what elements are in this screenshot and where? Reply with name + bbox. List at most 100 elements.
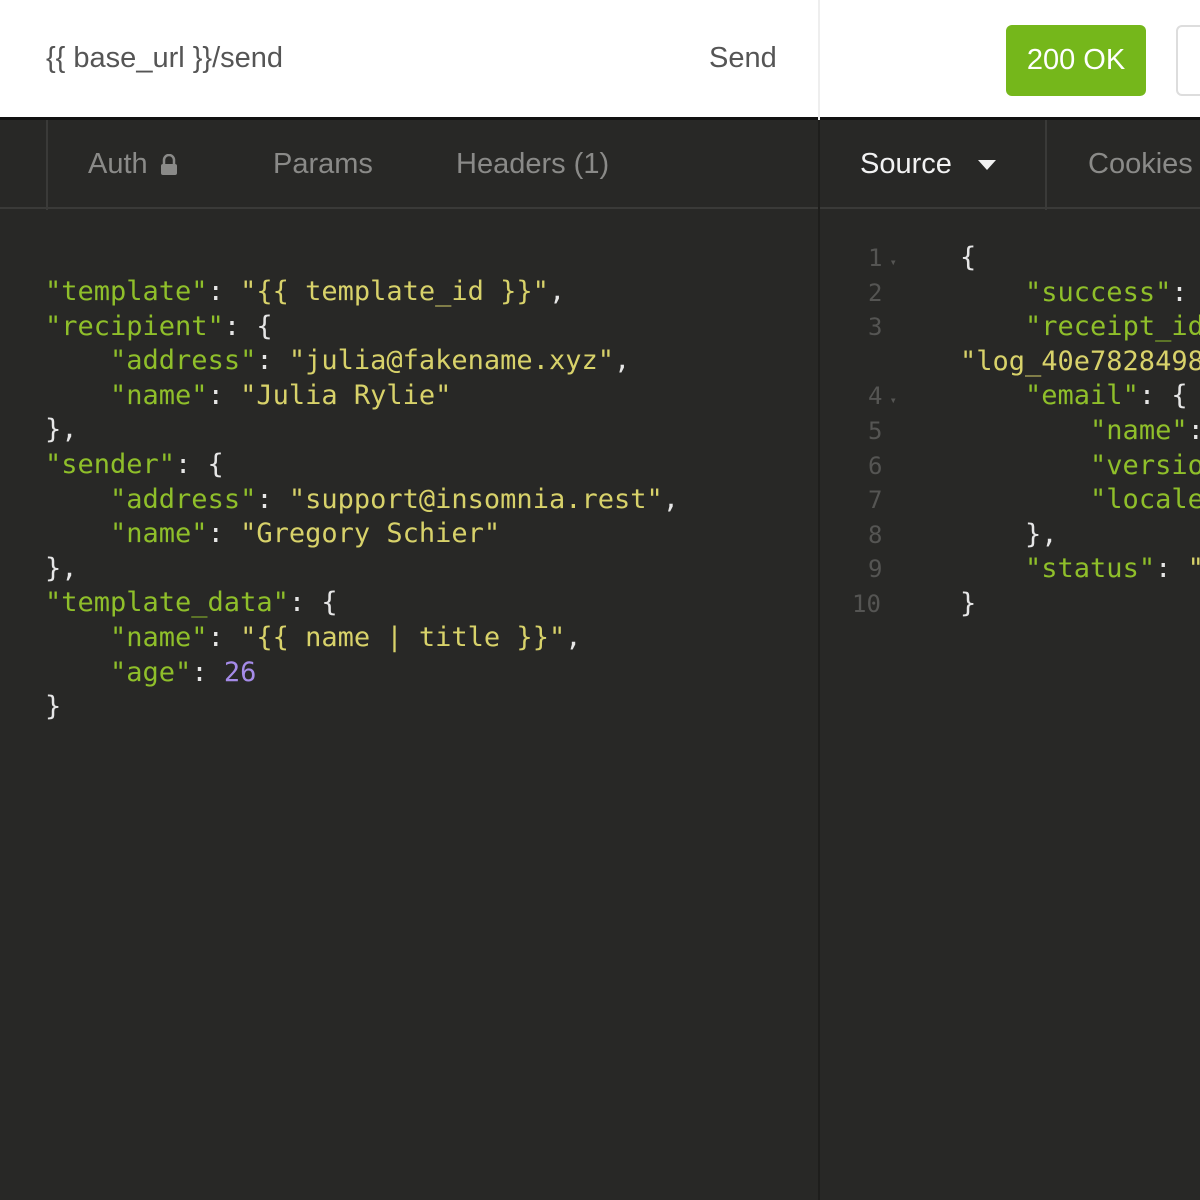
- code-line: "template_data": {: [45, 586, 679, 621]
- json-punctuation: :: [207, 621, 241, 653]
- json-key: "email": [1025, 380, 1139, 412]
- status-badge: 200 OK: [1006, 25, 1146, 96]
- line-number: 5: [840, 414, 908, 449]
- code-line: "success":: [960, 276, 1200, 311]
- code-line: "receipt_id: [960, 310, 1200, 345]
- json-key: "name": [110, 621, 208, 653]
- json-key: "template": [45, 276, 208, 307]
- line-number: 1 ▾: [840, 241, 908, 276]
- json-punctuation: :: [1188, 415, 1200, 446]
- code-line: "sender": {: [45, 448, 679, 483]
- code-line: "name": "Gregory Schier": [45, 517, 679, 552]
- json-string: ": [1188, 553, 1200, 584]
- json-punctuation: },: [45, 552, 78, 584]
- line-number-text: 1: [868, 244, 883, 272]
- url-bar: {{ base_url }}/send Send 200 OK: [0, 0, 1200, 120]
- json-punctuation: },: [1025, 518, 1058, 550]
- json-string: "{{ name | title }}": [240, 621, 566, 653]
- json-punctuation: : {: [1138, 380, 1188, 412]
- line-number: [840, 345, 908, 380]
- line-number: 6: [840, 449, 908, 484]
- line-number-text: 5: [868, 416, 883, 445]
- code-line: "address": "support@insomnia.rest",: [45, 483, 679, 518]
- fold-arrow-icon[interactable]: ▾: [882, 255, 897, 269]
- json-punctuation: ,: [613, 345, 631, 377]
- json-punctuation: {: [960, 242, 977, 273]
- line-numbers: 1 ▾ 2 3 4 ▾ 5 6 7 8 9 10: [840, 241, 908, 622]
- code-line: "age": 26: [45, 656, 679, 691]
- json-key: "success": [1025, 276, 1172, 308]
- json-punctuation: :: [207, 518, 241, 550]
- caret-down-icon: [977, 159, 996, 170]
- json-punctuation: :: [207, 276, 241, 307]
- json-string: "log_40e7828498: [960, 345, 1200, 377]
- code-line: "recipient": {: [45, 310, 679, 345]
- json-punctuation: }: [960, 587, 977, 619]
- tab-cookies[interactable]: Cookies: [1088, 120, 1193, 209]
- json-punctuation: ,: [548, 276, 566, 307]
- fold-arrow-icon[interactable]: ▾: [882, 393, 897, 407]
- code-line: "name":: [960, 414, 1200, 449]
- code-line: "log_40e7828498: [960, 345, 1200, 380]
- response-time-badge: [1176, 25, 1200, 96]
- line-number: 9: [840, 552, 908, 587]
- code-line: "email": {: [960, 379, 1200, 414]
- code-line: }: [45, 690, 679, 725]
- json-key: "receipt_id: [1025, 311, 1200, 343]
- request-tabs: Auth Params Headers (1): [0, 120, 818, 209]
- tab-separator: [1045, 120, 1047, 210]
- line-number-text: 2: [868, 278, 883, 307]
- json-key: "age": [110, 656, 192, 688]
- code-line: "status": ": [960, 552, 1200, 587]
- line-number: 2: [840, 276, 908, 311]
- json-key: "address": [110, 345, 257, 377]
- json-punctuation: :: [191, 656, 224, 688]
- json-key: "sender": [45, 448, 176, 480]
- code-line: "name": "{{ name | title }}",: [45, 621, 679, 656]
- json-key: "name": [1090, 414, 1188, 446]
- tab-auth[interactable]: Auth: [88, 120, 178, 209]
- request-body-editor[interactable]: "template": "{{ template_id }}", "recipie…: [45, 275, 679, 725]
- line-number: 8: [840, 518, 908, 553]
- pane-divider-dark: [818, 120, 820, 1200]
- json-punctuation: ,: [662, 483, 679, 515]
- tab-label: Source: [860, 148, 952, 180]
- json-key: "address": [110, 483, 257, 515]
- code-line: "versio: [960, 449, 1200, 484]
- code-line: "address": "julia@fakename.xyz",: [45, 344, 679, 379]
- line-number: 4 ▾: [840, 379, 908, 414]
- tab-label: Auth: [88, 148, 148, 180]
- lock-icon: [160, 153, 177, 175]
- json-punctuation: :: [256, 345, 289, 377]
- json-key: "locale: [1090, 484, 1200, 516]
- json-string: "Julia Rylie": [240, 379, 452, 411]
- tab-source[interactable]: Source: [860, 120, 996, 209]
- code-line: },: [45, 413, 679, 448]
- json-punctuation: : {: [223, 310, 273, 342]
- code-line: {: [960, 241, 1200, 276]
- tab-headers[interactable]: Headers (1): [456, 120, 609, 209]
- line-number-text: 6: [868, 451, 883, 480]
- json-number: 26: [223, 656, 257, 688]
- json-key: "versio: [1090, 449, 1200, 481]
- json-punctuation: :: [1171, 276, 1188, 308]
- json-key: "name": [110, 379, 208, 411]
- json-key: "status": [1025, 553, 1156, 585]
- json-string: "Gregory Schier": [240, 518, 501, 550]
- code-line: },: [45, 552, 679, 587]
- response-body-viewer[interactable]: { "success": "receipt_id "log_40e7828498 …: [960, 241, 1200, 622]
- line-number-text: 4: [868, 382, 883, 411]
- tab-params[interactable]: Params: [273, 120, 373, 209]
- send-button[interactable]: Send: [709, 42, 777, 75]
- code-line: }: [960, 587, 1200, 622]
- json-punctuation: ,: [565, 621, 582, 653]
- json-punctuation: }: [45, 691, 62, 723]
- code-line: "locale: [960, 483, 1200, 518]
- line-number-text: 8: [868, 520, 883, 549]
- json-string: "support@insomnia.rest": [288, 483, 663, 515]
- json-punctuation: :: [256, 483, 289, 515]
- url-input[interactable]: {{ base_url }}/send: [46, 42, 283, 75]
- json-punctuation: : {: [175, 448, 224, 480]
- line-number-text: 10: [852, 589, 881, 618]
- json-punctuation: },: [45, 414, 78, 446]
